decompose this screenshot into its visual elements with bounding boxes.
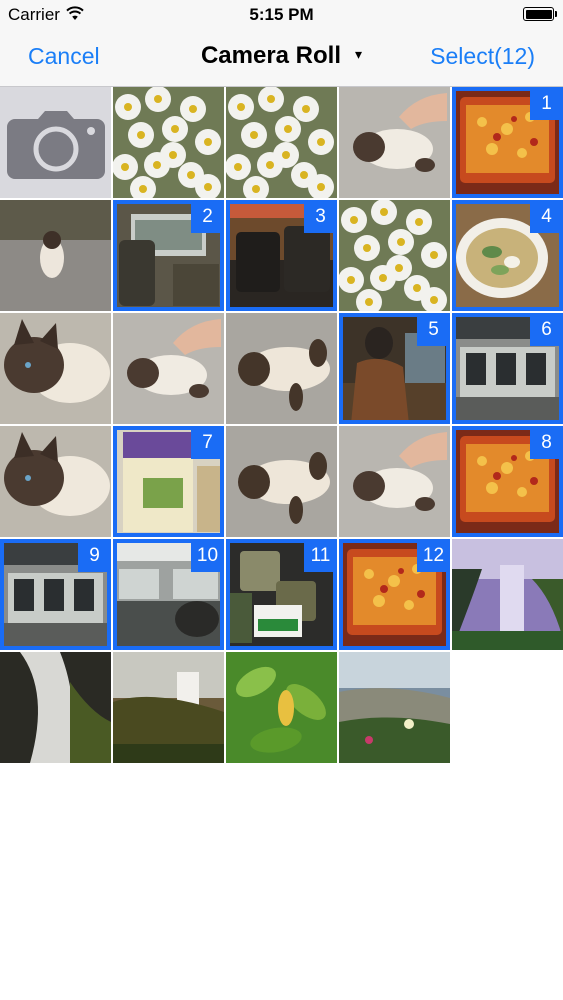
photo-thumbnail[interactable]: 10 [113,539,224,650]
photo-image [0,200,111,311]
photo-thumbnail[interactable] [339,652,450,763]
selection-order-badge: 2 [191,200,224,233]
battery-tip [555,11,557,17]
navigation-bar: Cancel Camera Roll ▾ Select(12) [0,30,563,87]
photo-thumbnail[interactable] [339,200,450,311]
camera-tile[interactable] [0,87,111,198]
selection-order-badge: 7 [191,426,224,459]
selection-order-badge: 5 [417,313,450,346]
photo-thumbnail[interactable] [113,87,224,198]
photo-image [0,652,111,763]
photo-image [452,539,563,650]
selection-order-badge: 6 [530,313,563,346]
photo-thumbnail[interactable] [226,426,337,537]
photo-image [339,87,450,198]
selection-order-badge: 3 [304,200,337,233]
photo-image [226,87,337,198]
photo-thumbnail[interactable] [0,313,111,424]
photo-thumbnail[interactable]: 1 [452,87,563,198]
photo-thumbnail[interactable]: 4 [452,200,563,311]
photo-thumbnail[interactable] [452,539,563,650]
album-title[interactable]: Camera Roll [201,42,341,70]
photo-thumbnail[interactable]: 9 [0,539,111,650]
photo-thumbnail[interactable] [113,652,224,763]
photo-image [113,87,224,198]
photo-thumbnail[interactable]: 8 [452,426,563,537]
camera-icon [7,111,105,179]
select-button[interactable]: Select(12) [430,43,535,70]
photo-thumbnail[interactable]: 5 [339,313,450,424]
photo-thumbnail[interactable] [0,200,111,311]
photo-thumbnail[interactable] [0,426,111,537]
battery-icon [523,7,554,21]
photo-thumbnail[interactable]: 12 [339,539,450,650]
photo-image [339,652,450,763]
photo-thumbnail[interactable] [226,87,337,198]
photo-image [0,426,111,537]
photo-thumbnail[interactable] [226,652,337,763]
photo-image [339,426,450,537]
photo-image [226,426,337,537]
photo-thumbnail[interactable] [339,426,450,537]
photo-image [113,652,224,763]
photo-image [0,313,111,424]
photo-thumbnail[interactable] [226,313,337,424]
cancel-button[interactable]: Cancel [28,43,100,70]
photo-thumbnail[interactable]: 3 [226,200,337,311]
photo-image [226,313,337,424]
selection-order-badge: 9 [78,539,111,572]
photo-thumbnail[interactable]: 11 [226,539,337,650]
photo-image [226,652,337,763]
selection-order-badge: 8 [530,426,563,459]
selection-order-badge: 1 [530,87,563,120]
selection-order-badge: 4 [530,200,563,233]
photo-thumbnail[interactable]: 6 [452,313,563,424]
selection-order-badge: 12 [417,539,450,572]
status-bar: Carrier 5:15 PM [0,0,563,30]
photo-thumbnail[interactable]: 7 [113,426,224,537]
selection-order-badge: 10 [191,539,224,572]
photo-thumbnail[interactable] [113,313,224,424]
photo-image [113,313,224,424]
dropdown-caret-icon[interactable]: ▾ [355,46,362,63]
selection-order-badge: 11 [304,539,337,572]
photo-thumbnail[interactable] [0,652,111,763]
status-time: 5:15 PM [249,5,314,24]
photo-image [339,200,450,311]
photo-thumbnail[interactable]: 2 [113,200,224,311]
photo-thumbnail[interactable] [339,87,450,198]
